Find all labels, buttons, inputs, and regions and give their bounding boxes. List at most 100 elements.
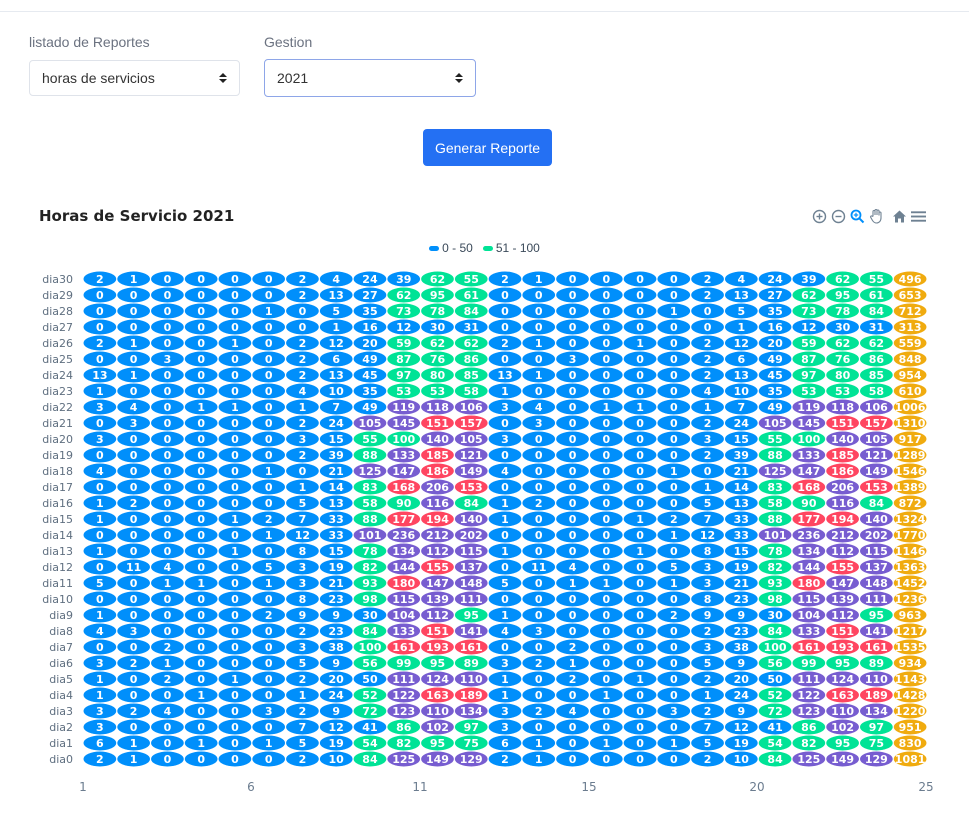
- cell-value-label: 0: [602, 513, 610, 526]
- cell-value-label: 55: [464, 273, 479, 286]
- cell-value-label: 13: [734, 497, 749, 510]
- cell-value-label: 0: [636, 753, 644, 766]
- cell-value-label: 0: [231, 481, 239, 494]
- y-axis-label: dia11: [42, 577, 73, 590]
- cell-value-label: 0: [231, 305, 239, 318]
- cell-value-label: 0: [569, 481, 577, 494]
- cell-value-label: 13: [734, 369, 749, 382]
- cell-value-label: 1: [265, 577, 273, 590]
- cell-value-label: 123: [797, 705, 820, 718]
- y-axis-label: dia4: [49, 689, 73, 702]
- cell-value-label: 11: [531, 561, 546, 574]
- cell-value-label: 50: [767, 673, 783, 686]
- cell-value-label: 0: [130, 689, 138, 702]
- cell-value-label: 2: [299, 625, 307, 638]
- cell-value-label: 119: [392, 401, 415, 414]
- cell-value-label: 149: [831, 753, 854, 766]
- cell-value-label: 0: [164, 513, 172, 526]
- cell-value-label: 0: [501, 305, 509, 318]
- cell-value-label: 3: [535, 625, 543, 638]
- cell-value-label: 141: [865, 625, 888, 638]
- cell-value-label: 3: [501, 721, 509, 734]
- cell-value-label: 82: [362, 561, 377, 574]
- cell-value-label: 10: [734, 753, 750, 766]
- cell-value-label: 0: [164, 369, 172, 382]
- cell-value-label: 39: [329, 449, 344, 462]
- cell-value-label: 496: [899, 273, 922, 286]
- cell-value-label: 52: [362, 689, 377, 702]
- cell-value-label: 2: [130, 497, 138, 510]
- cell-value-label: 5: [299, 737, 307, 750]
- cell-value-label: 82: [396, 737, 411, 750]
- cell-value-label: 1: [501, 545, 509, 558]
- cell-value-label: 3: [96, 657, 104, 670]
- cell-value-label: 151: [831, 417, 854, 430]
- cell-value-label: 0: [265, 369, 273, 382]
- cell-value-label: 0: [501, 417, 509, 430]
- y-axis-label: dia17: [42, 481, 73, 494]
- cell-value-label: 62: [430, 337, 445, 350]
- cell-value-label: 0: [265, 593, 273, 606]
- cell-value-label: 0: [704, 465, 712, 478]
- cell-value-label: 7: [299, 513, 307, 526]
- y-axis-label: dia5: [49, 673, 73, 686]
- cell-value-label: 95: [464, 609, 479, 622]
- cell-value-label: 3: [96, 401, 104, 414]
- y-axis-label: dia25: [42, 353, 73, 366]
- cell-value-label: 0: [96, 641, 104, 654]
- cell-value-label: 2: [299, 369, 307, 382]
- cell-value-label: 27: [362, 289, 377, 302]
- cell-value-label: 9: [332, 609, 340, 622]
- cell-value-label: 0: [231, 577, 239, 590]
- cell-value-label: 0: [569, 689, 577, 702]
- y-axis-label: dia15: [42, 513, 73, 526]
- cell-value-label: 12: [329, 337, 344, 350]
- cell-value-label: 0: [96, 529, 104, 542]
- cell-value-label: 151: [426, 417, 449, 430]
- cell-value-label: 99: [801, 657, 816, 670]
- cell-value-label: 59: [801, 337, 816, 350]
- cell-value-label: 0: [164, 721, 172, 734]
- cell-value-label: 0: [265, 433, 273, 446]
- cell-value-label: 9: [299, 609, 307, 622]
- cell-value-label: 62: [835, 337, 850, 350]
- cell-value-label: 1: [602, 737, 610, 750]
- cell-value-label: 1: [704, 689, 712, 702]
- cell-value-label: 0: [569, 497, 577, 510]
- cell-value-label: 3: [164, 353, 172, 366]
- cell-value-label: 0: [164, 465, 172, 478]
- cell-value-label: 53: [396, 385, 411, 398]
- cell-value-label: 2: [670, 609, 678, 622]
- cell-value-label: 5: [704, 657, 712, 670]
- cell-value-label: 0: [602, 721, 610, 734]
- cell-value-label: 149: [426, 753, 449, 766]
- cell-value-label: 0: [231, 417, 239, 430]
- cell-value-label: 101: [764, 529, 787, 542]
- cell-value-label: 14: [734, 481, 750, 494]
- cell-value-label: 0: [704, 321, 712, 334]
- cell-value-label: 163: [831, 689, 854, 702]
- y-axis-label: dia20: [42, 433, 73, 446]
- cell-value-label: 1: [636, 673, 644, 686]
- cell-value-label: 1: [130, 273, 138, 286]
- cell-value-label: 1: [197, 577, 205, 590]
- cell-value-label: 72: [767, 705, 782, 718]
- cell-value-label: 88: [767, 449, 782, 462]
- cell-value-label: 129: [865, 753, 888, 766]
- cell-value-label: 0: [265, 449, 273, 462]
- cell-value-label: 87: [396, 353, 411, 366]
- y-axis-label: dia22: [42, 401, 73, 414]
- cell-value-label: 97: [869, 721, 884, 734]
- cell-value-label: 653: [899, 289, 922, 302]
- y-axis-label: dia9: [49, 609, 73, 622]
- cell-value-label: 0: [265, 657, 273, 670]
- cell-value-label: 84: [767, 625, 783, 638]
- cell-value-label: 0: [265, 385, 273, 398]
- cell-value-label: 0: [96, 561, 104, 574]
- cell-value-label: 0: [265, 641, 273, 654]
- cell-value-label: 31: [464, 321, 479, 334]
- cell-value-label: 0: [670, 545, 678, 558]
- cell-value-label: 0: [602, 465, 610, 478]
- cell-value-label: 186: [426, 465, 449, 478]
- cell-value-label: 0: [636, 353, 644, 366]
